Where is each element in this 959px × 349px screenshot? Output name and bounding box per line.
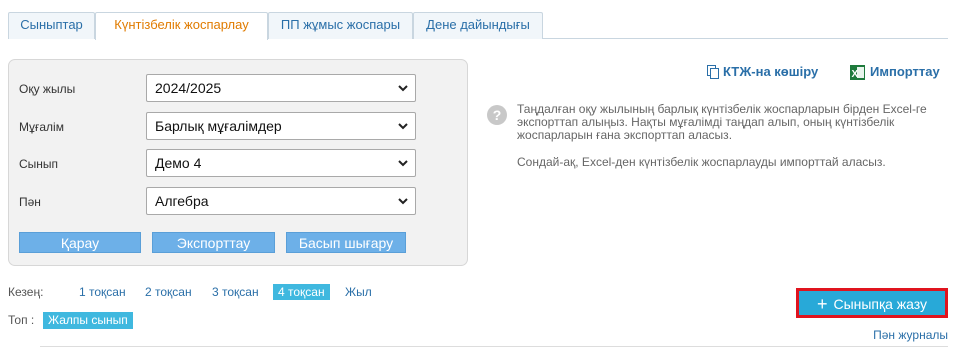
- info-paragraph-2: Сондай-ақ, Excel-ден күнтізбелік жоспарл…: [517, 155, 886, 169]
- export-button[interactable]: Экспорттау: [152, 232, 275, 253]
- teacher-select[interactable]: Барлық мұғалімдер: [146, 112, 416, 140]
- year-select[interactable]: 2024/2025: [146, 74, 416, 102]
- class-select[interactable]: Демо 4: [146, 149, 416, 177]
- subject-select[interactable]: Алгебра: [146, 187, 416, 215]
- tab-classes[interactable]: Сыныптар: [8, 12, 95, 39]
- filter-row-class: Сынып Демо 4: [19, 149, 459, 179]
- copy-icon: [707, 65, 719, 79]
- copy-ktzh-link[interactable]: КТЖ-на көшіру: [707, 64, 832, 80]
- subject-value: Алгебра: [155, 193, 209, 209]
- filter-row-year: Оқу жылы 2024/2025: [19, 74, 459, 104]
- teacher-value: Барлық мұғалімдер: [155, 118, 282, 134]
- help-icon: ?: [487, 105, 507, 125]
- chevron-down-icon: [398, 85, 408, 92]
- enroll-class-label: Сыныпқа жазу: [833, 296, 928, 312]
- teacher-label: Мұғалім: [19, 120, 64, 134]
- chevron-down-icon: [398, 160, 408, 167]
- period-year[interactable]: Жыл: [340, 284, 377, 300]
- period-q1[interactable]: 1 тоқсан: [74, 284, 131, 300]
- svg-text:X: X: [852, 69, 859, 80]
- info-paragraph-1: Таңдалған оқу жылының барлық күнтізбелік…: [517, 102, 927, 142]
- subject-label: Пән: [19, 195, 41, 209]
- chevron-down-icon: [398, 198, 408, 205]
- plus-icon: +: [816, 294, 828, 314]
- group-label: Топ :: [8, 313, 35, 327]
- tab-bar: Сыныптар Күнтізбелік жоспарлау ПП жұмыс …: [8, 12, 948, 40]
- subject-journal-link[interactable]: Пән журналы: [873, 328, 948, 342]
- period-q2[interactable]: 2 тоқсан: [140, 284, 197, 300]
- period-q3[interactable]: 3 тоқсан: [207, 284, 264, 300]
- year-label: Оқу жылы: [19, 82, 76, 96]
- period-label: Кезең:: [8, 285, 44, 299]
- view-button[interactable]: Қарау: [19, 232, 141, 253]
- period-q4[interactable]: 4 тоқсан: [273, 284, 330, 300]
- copy-ktzh-label: КТЖ-на көшіру: [723, 64, 819, 79]
- tab-calendar-planning[interactable]: Күнтізбелік жоспарлау: [95, 12, 268, 40]
- group-all-class[interactable]: Жалпы сынып: [43, 312, 133, 329]
- class-value: Демо 4: [155, 155, 202, 171]
- year-value: 2024/2025: [155, 80, 222, 96]
- divider: [40, 346, 948, 347]
- filter-row-teacher: Мұғалім Барлық мұғалімдер: [19, 112, 459, 142]
- tab-pp-work-plan[interactable]: ПП жұмыс жоспары: [268, 12, 413, 39]
- tab-physical-training[interactable]: Дене дайындығы: [413, 12, 543, 39]
- class-label: Сынып: [19, 157, 59, 171]
- excel-icon: X: [850, 65, 865, 80]
- import-label: Импорттау: [870, 64, 940, 79]
- enroll-class-button[interactable]: + Сыныпқа жазу: [796, 288, 948, 318]
- print-button[interactable]: Басып шығару: [286, 232, 406, 253]
- chevron-down-icon: [398, 123, 408, 130]
- import-link[interactable]: X Импорттау: [850, 64, 950, 80]
- filter-row-subject: Пән Алгебра: [19, 187, 459, 217]
- filter-panel: Оқу жылы 2024/2025 Мұғалім Барлық мұғалі…: [8, 59, 468, 266]
